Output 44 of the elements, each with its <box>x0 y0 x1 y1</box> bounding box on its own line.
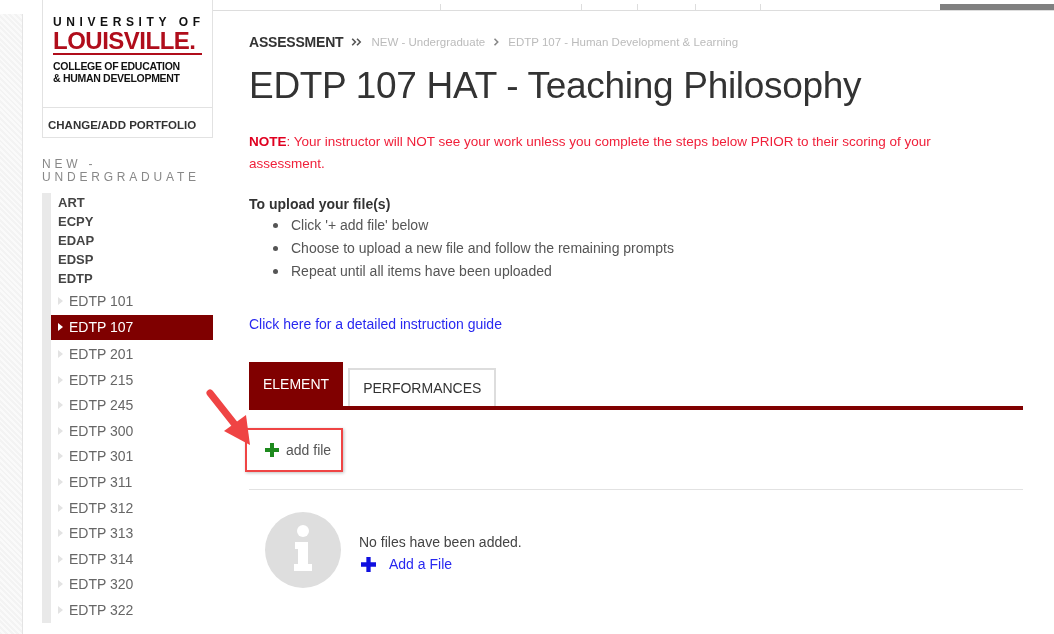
bullet-icon <box>273 223 278 228</box>
nav-item[interactable]: EDSP <box>51 250 213 269</box>
bullet-icon <box>273 269 278 274</box>
step-text: Repeat until all items have been uploaded <box>291 262 552 281</box>
nav-subitem[interactable]: EDTP 107 <box>51 314 213 341</box>
plus-icon <box>361 556 376 572</box>
page-title: EDTP 107 HAT - Teaching Philosophy <box>249 64 863 108</box>
step-text: Choose to upload a new file and follow the remaining prompts <box>291 239 674 258</box>
add-a-file-link[interactable]: Add a File <box>361 556 453 572</box>
note-text: NOTE: Your instructor will NOT see your work unless you complete the steps below PRIOR to their scoring of your assessment. <box>249 133 932 173</box>
nav-subitem[interactable]: EDTP 322 <box>51 597 213 623</box>
bullet-icon <box>273 246 278 251</box>
breadcrumb-current: ASSESSMENT <box>249 34 344 50</box>
nav-subitem[interactable]: EDTP 300 <box>51 417 213 444</box>
nav-subitem[interactable]: EDTP 245 <box>51 392 213 418</box>
nav-subitem[interactable]: EDTP 311 <box>51 469 213 495</box>
tab[interactable]: ELEMENT <box>249 362 344 406</box>
plus-icon <box>265 443 279 457</box>
logo-text: & HUMAN DEVELOPMENT <box>53 72 181 84</box>
nav-subitem[interactable]: EDTP 312 <box>51 494 213 521</box>
nav-item[interactable]: ECPY <box>51 212 213 231</box>
step-text: Click '+ add file' below <box>291 216 429 235</box>
empty-message: No files have been added. <box>359 534 522 550</box>
nav-subitem[interactable]: EDTP 301 <box>51 443 213 470</box>
nav-subitem[interactable]: EDTP 320 <box>51 571 213 598</box>
nav-subitem[interactable]: EDTP 314 <box>51 545 213 572</box>
nav-item[interactable]: ART <box>51 193 213 212</box>
nav-subitem[interactable]: EDTP 101 <box>51 288 213 314</box>
guide-link[interactable]: Click here for a detailed instruction guide <box>249 314 502 334</box>
nav-heading: NEW - UNDERGRADUATE <box>42 158 201 184</box>
nav-item[interactable]: EDAP <box>51 231 213 250</box>
logo-text: LOUISVILLE. <box>53 29 202 55</box>
tab[interactable]: PERFORMANCES <box>348 368 497 406</box>
nav-item[interactable]: EDTP <box>51 269 213 288</box>
nav-subitem[interactable]: EDTP 215 <box>51 366 213 393</box>
logo-text: COLLEGE OF EDUCATION <box>53 60 181 72</box>
info-icon <box>265 512 341 588</box>
instructions-heading: To upload your file(s) <box>249 195 392 214</box>
chevron-icon <box>493 38 501 46</box>
logo-text: UNIVERSITY OF <box>53 16 206 29</box>
nav-subitem[interactable]: EDTP 313 <box>51 520 213 546</box>
add-file-button[interactable]: add file <box>245 428 344 472</box>
chevron-icon <box>351 38 364 46</box>
nav-subitem[interactable]: EDTP 201 <box>51 341 213 367</box>
